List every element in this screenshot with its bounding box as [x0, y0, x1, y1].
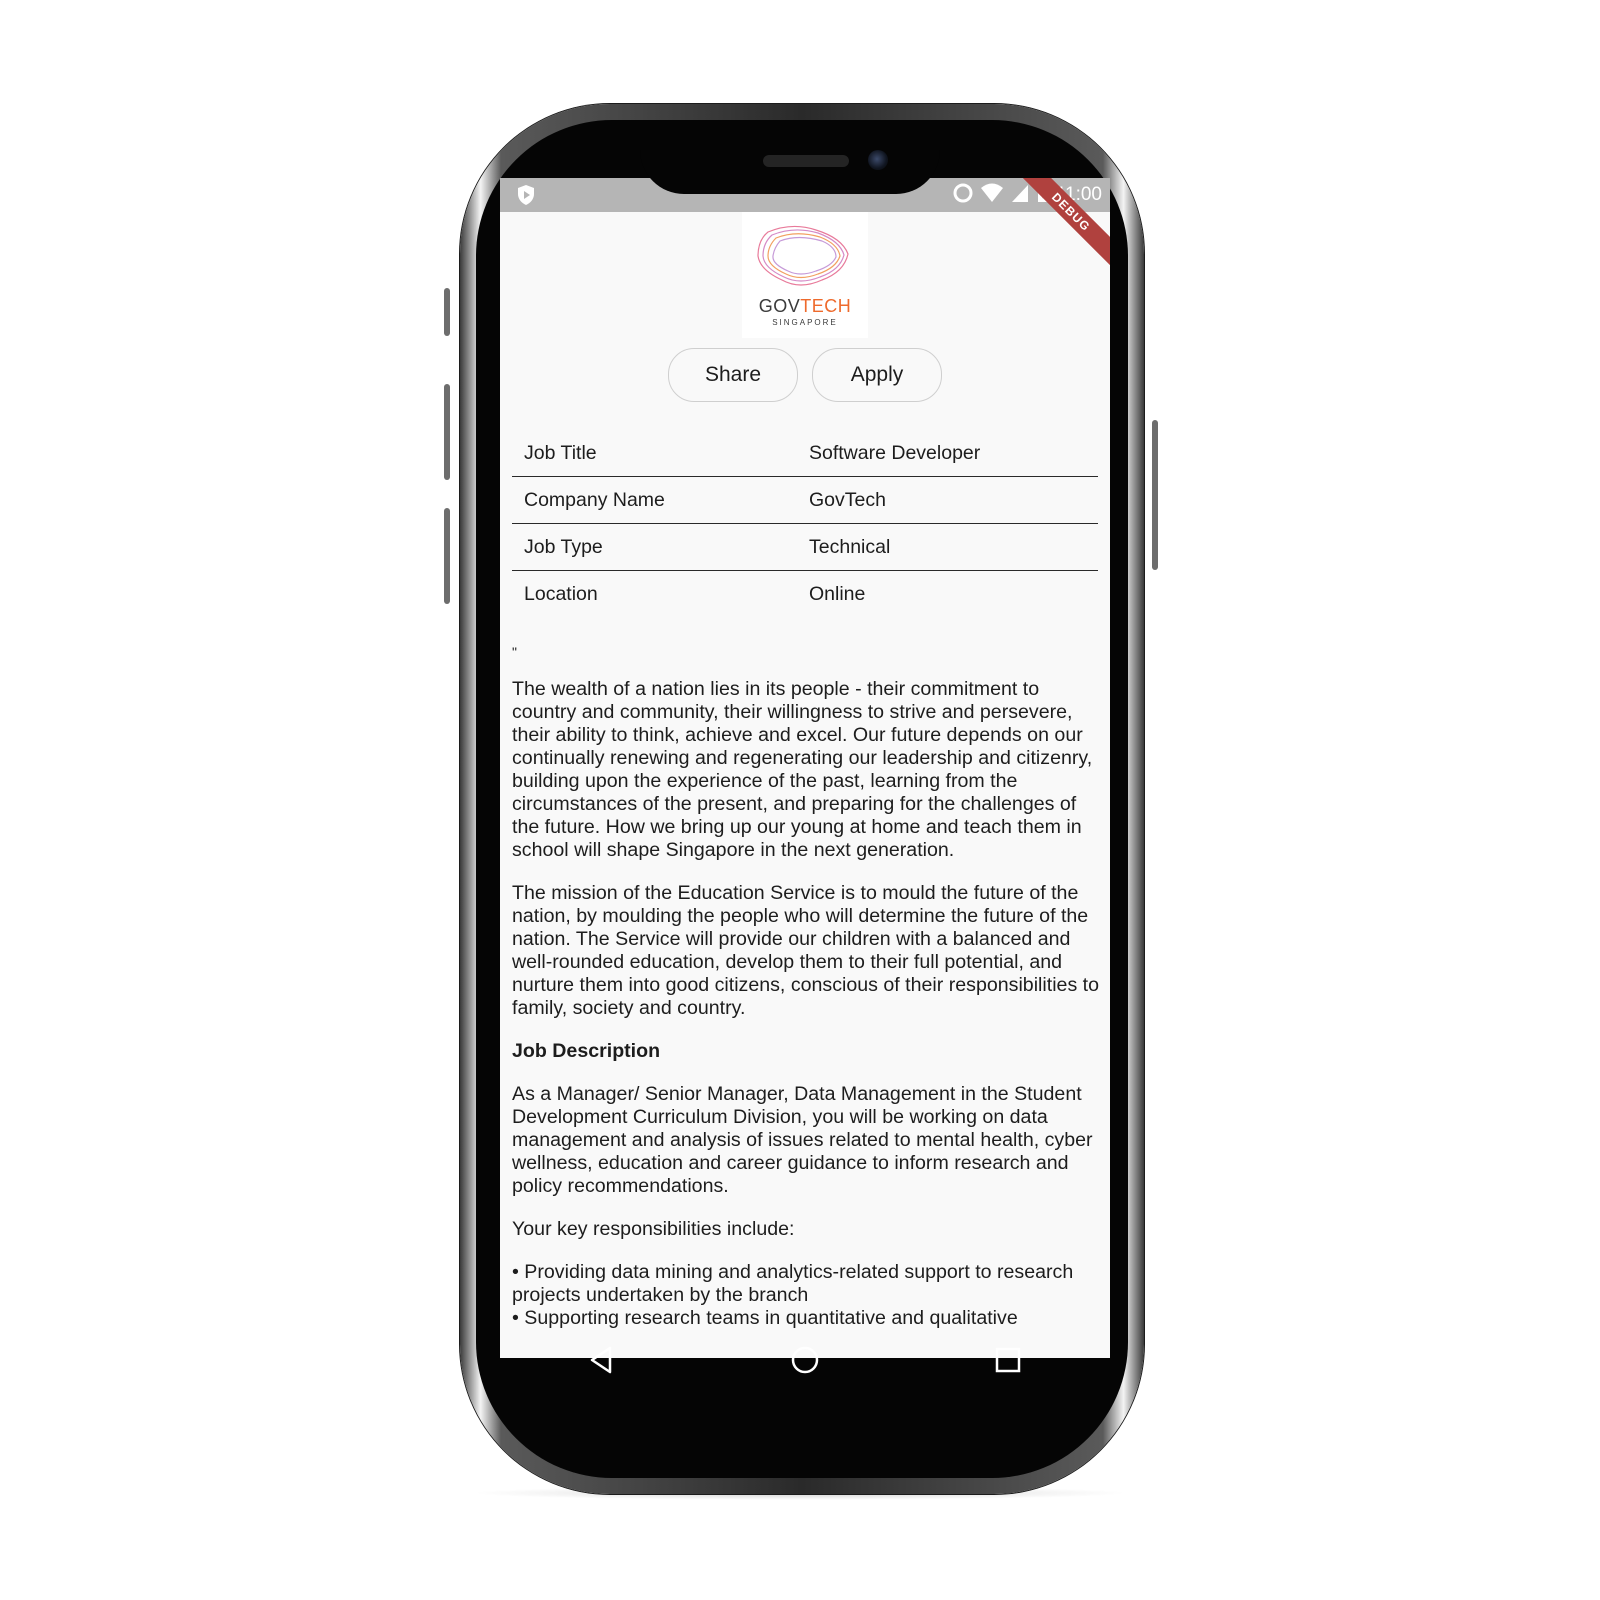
- front-camera: [868, 150, 888, 170]
- responsibilities-intro: Your key responsibilities include:: [512, 1218, 795, 1240]
- logo-word-gov: GOV: [758, 296, 801, 316]
- quote-mark: ": [512, 644, 517, 660]
- company-logo: GOVTECH SINGAPORE: [742, 212, 868, 338]
- table-row: Location Online: [512, 571, 1098, 617]
- sync-icon: [952, 182, 974, 208]
- detail-value: Technical: [809, 535, 891, 558]
- section-heading: Job Description: [512, 1040, 661, 1062]
- job-description: " The wealth of a nation lies in its peo…: [500, 641, 1110, 1330]
- detail-label: Job Type: [524, 535, 603, 558]
- home-circle-icon: [791, 1346, 819, 1374]
- mute-switch: [444, 508, 450, 604]
- back-button[interactable]: [572, 1330, 632, 1390]
- logo-wordmark: GOVTECH: [742, 296, 868, 317]
- detail-value: Software Developer: [809, 441, 981, 464]
- action-buttons: Share Apply: [500, 348, 1110, 402]
- list-item: • Supporting research teams in quantitat…: [512, 1307, 1018, 1329]
- cellular-signal-icon: [1010, 182, 1030, 208]
- detail-label: Location: [524, 582, 598, 605]
- android-nav-bar: [500, 1330, 1110, 1390]
- detail-value: GovTech: [809, 488, 886, 511]
- volume-up-button: [444, 288, 450, 336]
- job-detail-content: GOVTECH SINGAPORE Share Apply Job Title …: [500, 212, 1110, 1350]
- table-row: Job Title Software Developer: [512, 430, 1098, 477]
- job-details-table: Job Title Software Developer Company Nam…: [512, 430, 1098, 617]
- wifi-icon: [980, 182, 1004, 208]
- logo-word-tech: TECH: [800, 296, 852, 316]
- intro-paragraph: The wealth of a nation lies in its peopl…: [512, 678, 1093, 861]
- status-icons: 11:00: [952, 182, 1102, 208]
- home-button[interactable]: [775, 1330, 835, 1390]
- govtech-logo-mark-icon: [757, 225, 849, 286]
- logo-subtitle: SINGAPORE: [772, 318, 838, 327]
- list-item: • Providing data mining and analytics-re…: [512, 1261, 1074, 1306]
- app-screen: 11:00 DEBUG GOVTECH SINGAPORE Share Appl…: [500, 178, 1110, 1358]
- table-row: Job Type Technical: [512, 524, 1098, 571]
- back-triangle-icon: [590, 1346, 611, 1374]
- volume-down-button: [444, 384, 450, 480]
- share-button[interactable]: Share: [668, 348, 798, 402]
- detail-label: Job Title: [524, 441, 597, 464]
- shield-icon: [516, 184, 536, 210]
- earpiece-speaker: [763, 155, 849, 167]
- table-row: Company Name GovTech: [512, 477, 1098, 524]
- mission-paragraph: The mission of the Education Service is …: [512, 882, 1100, 1019]
- recents-button[interactable]: [978, 1330, 1038, 1390]
- apply-button[interactable]: Apply: [812, 348, 942, 402]
- power-button: [1152, 420, 1158, 570]
- recents-square-icon: [996, 1347, 1021, 1373]
- role-paragraph: As a Manager/ Senior Manager, Data Manag…: [512, 1083, 1093, 1197]
- detail-label: Company Name: [524, 488, 665, 511]
- detail-value: Online: [809, 582, 866, 605]
